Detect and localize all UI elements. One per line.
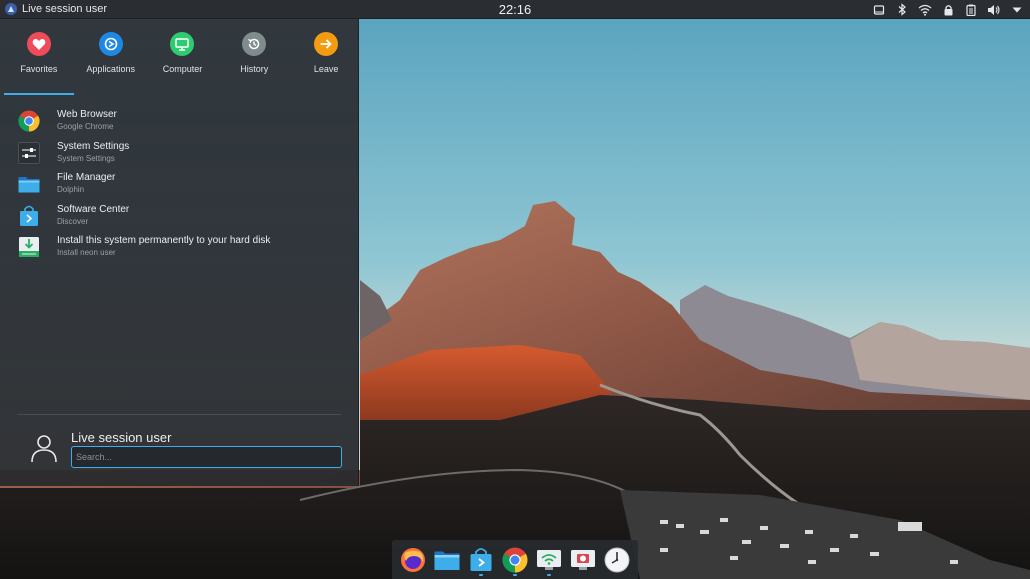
discover-icon <box>17 204 41 228</box>
tab-label: Favorites <box>20 64 58 74</box>
dolphin-icon <box>434 551 460 570</box>
running-indicator <box>513 573 517 576</box>
tab-applications[interactable]: Applications <box>78 19 144 89</box>
favorites-list: Web Browser Google Chrome System Setting… <box>17 108 347 266</box>
heart-icon <box>26 32 51 56</box>
dock-firefox[interactable] <box>398 543 428 577</box>
settings-icon <box>17 141 41 165</box>
tab-history[interactable]: History <box>221 19 287 89</box>
list-item-software-center[interactable]: Software Center Discover <box>17 203 347 235</box>
running-indicator <box>479 573 483 576</box>
dock-dolphin[interactable] <box>432 543 462 577</box>
list-item-file-manager[interactable]: File Manager Dolphin <box>17 171 347 203</box>
volume-icon[interactable] <box>987 3 1001 17</box>
applications-icon <box>98 32 123 56</box>
application-menu: Favorites Applications Computer History … <box>0 19 359 486</box>
window-title: Live session user <box>22 3 107 15</box>
clipboard-icon[interactable] <box>964 3 978 17</box>
installer-icon <box>17 235 41 259</box>
bluetooth-icon[interactable] <box>895 3 909 17</box>
chrome-icon <box>502 547 528 572</box>
dock-discover[interactable] <box>466 543 496 577</box>
list-item-installer[interactable]: Install this system permanently to your … <box>17 234 347 266</box>
user-avatar-icon[interactable] <box>30 433 58 463</box>
tab-label: Leave <box>313 64 339 74</box>
dock <box>392 540 638 579</box>
firefox-icon <box>401 547 425 572</box>
system-tray <box>872 0 1024 19</box>
network-icon <box>537 549 561 570</box>
app-description: System Settings <box>57 153 115 163</box>
folder-icon <box>17 172 41 196</box>
discover-icon <box>470 547 492 571</box>
divider <box>17 414 341 415</box>
chrome-icon <box>17 109 41 133</box>
tab-favorites[interactable]: Favorites <box>4 19 74 95</box>
app-description: Discover <box>57 216 89 226</box>
list-item-system-settings[interactable]: System Settings System Settings <box>17 140 347 172</box>
search-input[interactable] <box>71 446 342 468</box>
tab-leave[interactable]: Leave <box>293 19 359 89</box>
screenshot-icon <box>571 549 595 570</box>
top-panel: Live session user 22:16 <box>0 0 1030 19</box>
app-description: Google Chrome <box>57 122 114 131</box>
app-name: System Settings <box>57 140 130 152</box>
tab-computer[interactable]: Computer <box>150 19 216 89</box>
running-indicator <box>547 573 551 576</box>
menu-arrow-icon[interactable] <box>1010 3 1024 17</box>
dock-clock[interactable] <box>602 543 632 577</box>
app-name: Software Center <box>57 203 130 215</box>
clock-icon <box>604 547 630 572</box>
leave-icon <box>314 32 339 56</box>
app-name: Install this system permanently to your … <box>57 235 271 247</box>
tab-label: History <box>240 64 269 74</box>
computer-icon <box>170 32 195 56</box>
lock-icon[interactable] <box>941 3 955 17</box>
category-tabs: Favorites Applications Computer History … <box>0 19 359 95</box>
digital-clock[interactable]: 22:16 <box>470 2 560 17</box>
application-launcher-button[interactable] <box>2 0 20 19</box>
tab-label: Computer <box>162 64 203 74</box>
tab-label: Applications <box>86 64 135 74</box>
app-description: Dolphin <box>57 185 85 195</box>
app-description: Install neon user <box>57 248 116 258</box>
storage-icon[interactable] <box>872 3 886 17</box>
dock-network[interactable] <box>534 543 564 577</box>
history-icon <box>242 32 267 56</box>
app-name: File Manager <box>57 172 116 184</box>
dock-chrome[interactable] <box>500 543 530 577</box>
wifi-icon[interactable] <box>918 3 932 17</box>
kde-logo-icon <box>5 3 17 15</box>
dock-screenshot[interactable] <box>568 543 598 577</box>
list-item-web-browser[interactable]: Web Browser Google Chrome <box>17 108 347 140</box>
user-name: Live session user <box>71 430 172 445</box>
app-name: Web Browser <box>57 109 117 120</box>
